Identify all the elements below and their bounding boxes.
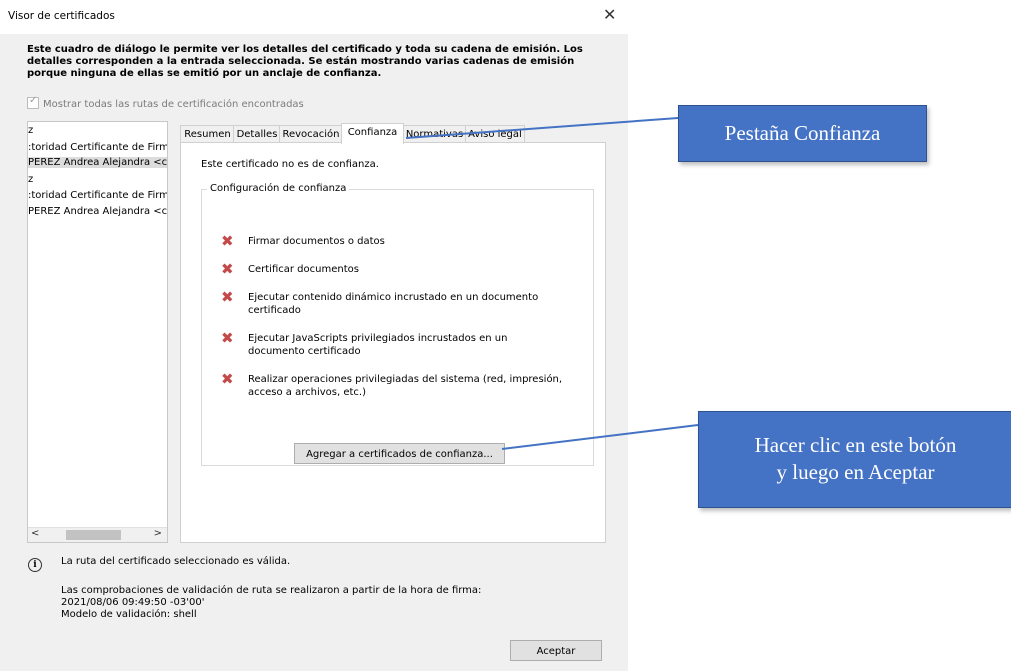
ok-button[interactable]: Aceptar: [510, 640, 602, 661]
trust-settings-group: Configuración de confianza ✖ Firmar docu…: [201, 183, 594, 466]
tab-callout-text: Pestaña Confianza: [724, 121, 881, 145]
tab-aviso-legal[interactable]: Aviso legal: [465, 125, 525, 143]
title-bar: Visor de certificados ✕: [0, 0, 628, 34]
tab-resumen[interactable]: Resumen: [180, 125, 235, 143]
scroll-thumb[interactable]: [66, 530, 121, 540]
validation-time: 2021/08/06 09:49:50 -03'00': [61, 597, 205, 608]
info-icon: i: [28, 558, 42, 572]
tree-item[interactable]: z: [28, 174, 167, 185]
button-callout-line2: y luego en Aceptar: [776, 460, 935, 484]
scroll-right-icon[interactable]: >: [154, 528, 162, 539]
checkbox-box[interactable]: ✓: [27, 95, 39, 109]
validation-model: Modelo de validación: shell: [61, 609, 197, 620]
tab-normativas[interactable]: Normativas: [402, 125, 467, 143]
window-title: Visor de certificados: [8, 10, 115, 22]
permission-text: Certificar documentos: [248, 264, 359, 275]
tab-revocacion[interactable]: Revocación: [279, 125, 343, 143]
button-callout-line1: Hacer clic en este botón: [754, 433, 957, 457]
tree-item-selected[interactable]: PEREZ Andrea Alejandra <cu...: [28, 157, 167, 168]
tab-confianza[interactable]: Confianza: [341, 123, 404, 144]
permission-text: Ejecutar JavaScripts privilegiados incru…: [248, 333, 508, 357]
permission-text: Realizar operaciones privilegiadas del s…: [248, 374, 563, 398]
path-valid-message: La ruta del certificado seleccionado es …: [61, 556, 291, 567]
permission-text: Ejecutar contenido dinámico incrustado e…: [248, 292, 539, 316]
tree-item[interactable]: :toridad Certificante de Firma D: [28, 190, 167, 201]
denied-icon: ✖: [221, 288, 234, 306]
validation-details: Las comprobaciones de validación de ruta…: [61, 585, 481, 621]
tab-detalles[interactable]: Detalles: [233, 125, 281, 143]
denied-icon: ✖: [221, 260, 234, 278]
group-title: Configuración de confianza: [207, 183, 350, 194]
horizontal-scrollbar[interactable]: < >: [28, 527, 167, 542]
permission-text: Firmar documentos o datos: [248, 236, 385, 247]
intro-text: Este cuadro de diálogo le permite ver lo…: [27, 44, 583, 79]
trust-status: Este certificado no es de confianza.: [201, 159, 379, 170]
denied-icon: ✖: [221, 329, 234, 347]
scroll-left-icon[interactable]: <: [31, 528, 39, 539]
show-all-paths-label: Mostrar todas las rutas de certificación…: [43, 99, 304, 110]
show-all-paths-checkbox[interactable]: ✓ Mostrar todas las rutas de certificació…: [27, 95, 304, 110]
tree-item[interactable]: z: [28, 125, 167, 136]
button-callout: Hacer clic en este botón y luego en Acep…: [698, 411, 1011, 508]
add-to-trusted-button[interactable]: Agregar a certificados de confianza...: [294, 443, 505, 464]
tree-item[interactable]: PEREZ Andrea Alejandra <cu...: [28, 206, 167, 217]
denied-icon: ✖: [221, 370, 234, 388]
close-icon[interactable]: ✕: [603, 5, 616, 24]
tree-item[interactable]: :toridad Certificante de Firma D: [28, 142, 167, 153]
denied-icon: ✖: [221, 232, 234, 250]
validation-check-line: Las comprobaciones de validación de ruta…: [61, 585, 482, 596]
certificate-viewer-dialog: Visor de certificados ✕ Este cuadro de d…: [0, 0, 628, 671]
trust-panel: Este certificado no es de confianza. Con…: [180, 142, 606, 543]
checkmark-icon: ✓: [29, 95, 38, 106]
tab-callout: Pestaña Confianza: [678, 105, 927, 162]
certificate-tree[interactable]: z :toridad Certificante de Firma D PEREZ…: [27, 121, 168, 543]
